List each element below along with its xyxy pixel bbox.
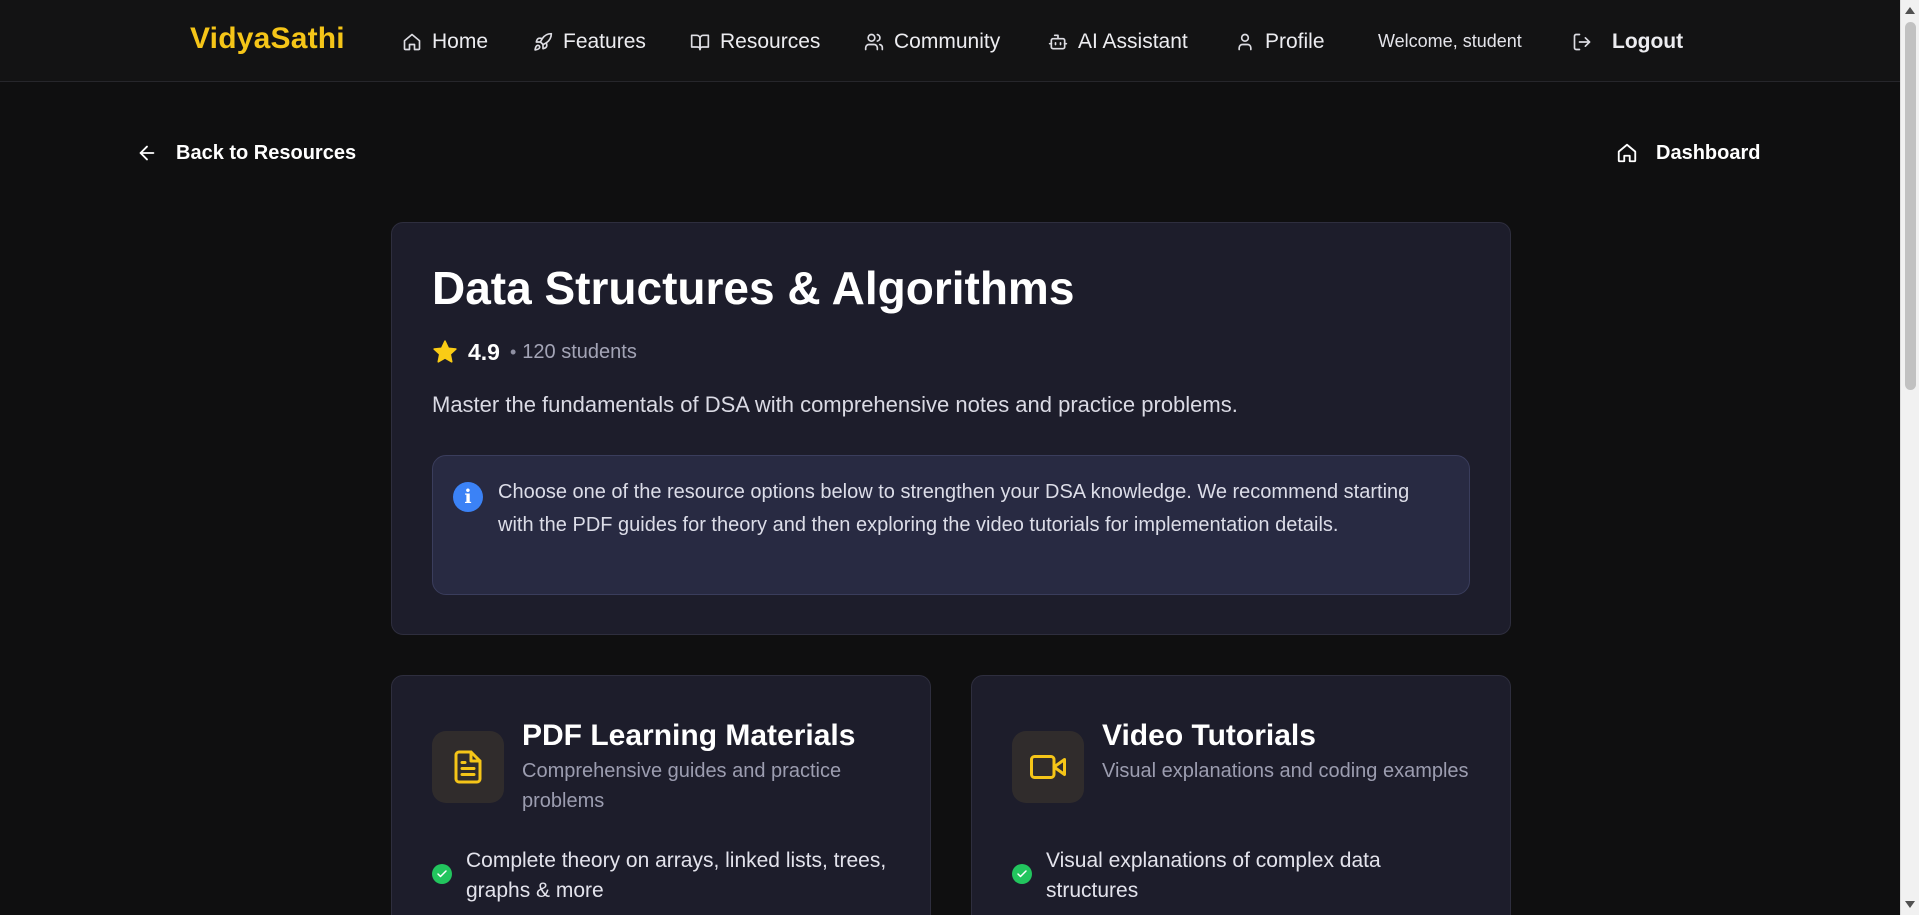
bot-icon xyxy=(1048,34,1068,50)
dashboard-button[interactable]: Dashboard xyxy=(1598,136,1778,170)
feature-item: Complete theory on arrays, linked lists,… xyxy=(432,846,892,906)
users-icon xyxy=(864,33,884,51)
nav-item-features[interactable]: Features xyxy=(533,28,646,56)
user-icon xyxy=(1238,33,1252,51)
nav-item-label: Resources xyxy=(720,30,821,53)
welcome-text: Welcome, student xyxy=(1378,31,1522,51)
scroll-up-arrow-icon[interactable] xyxy=(1905,7,1915,14)
home-icon xyxy=(1617,143,1637,163)
check-icon xyxy=(1012,864,1032,884)
scroll-thumb[interactable] xyxy=(1905,22,1916,390)
back-to-resources-label: Back to Resources xyxy=(176,141,357,164)
top-navbar: VidyaSathi Home Features Resources Commu… xyxy=(0,0,1900,82)
logout-label: Logout xyxy=(1612,30,1684,53)
nav-item-ai-assistant[interactable]: AI Assistant xyxy=(1048,28,1188,56)
resource-subtitle: Visual explanations and coding examples xyxy=(1102,760,1469,782)
check-icon xyxy=(432,864,452,884)
rocket-icon xyxy=(534,32,553,51)
pdf-icon-badge xyxy=(432,731,504,803)
video-icon-badge xyxy=(1012,731,1084,803)
browser-viewport: VidyaSathi Home Features Resources Commu… xyxy=(0,0,1919,915)
nav-item-label: Community xyxy=(894,30,1001,53)
pdf-resource-card[interactable]: PDF Learning Materials Comprehensive gui… xyxy=(391,675,931,915)
feature-text: Visual explanations of complex data stru… xyxy=(1046,849,1381,902)
feature-text: Complete theory on arrays, linked lists,… xyxy=(466,849,887,902)
info-text: Choose one of the resource options below… xyxy=(498,481,1410,536)
resource-title: Video Tutorials xyxy=(1102,719,1316,752)
course-description: Master the fundamentals of DSA with comp… xyxy=(432,392,1238,417)
book-open-icon xyxy=(690,34,710,51)
separator-dot: • xyxy=(509,341,517,362)
nav-item-profile[interactable]: Profile xyxy=(1235,28,1325,56)
video-resource-card[interactable]: Video Tutorials Visual explanations and … xyxy=(971,675,1511,915)
back-to-resources-button[interactable]: Back to Resources xyxy=(118,136,374,170)
info-icon: i xyxy=(453,482,483,512)
info-callout: i Choose one of the resource options bel… xyxy=(432,455,1470,595)
nav-item-home[interactable]: Home xyxy=(402,28,488,56)
video-icon xyxy=(1030,755,1066,779)
vertical-scrollbar[interactable] xyxy=(1900,0,1919,915)
nav-item-label: AI Assistant xyxy=(1078,30,1188,53)
logout-button[interactable]: Logout xyxy=(1572,28,1683,56)
course-overview-card: Data Structures & Algorithms 4.9 • 120 s… xyxy=(391,222,1511,635)
nav-item-community[interactable]: Community xyxy=(864,28,1000,56)
nav-item-resources[interactable]: Resources xyxy=(690,28,820,56)
course-title: Data Structures & Algorithms xyxy=(432,262,1075,314)
page: VidyaSathi Home Features Resources Commu… xyxy=(0,0,1900,915)
dashboard-label: Dashboard xyxy=(1656,141,1761,164)
star-icon xyxy=(433,340,457,363)
logout-icon xyxy=(1573,33,1591,51)
nav-item-label: Features xyxy=(563,30,646,53)
student-count: 120 students xyxy=(522,340,637,363)
scroll-down-arrow-icon[interactable] xyxy=(1905,901,1915,908)
feature-item: Visual explanations of complex data stru… xyxy=(1012,846,1412,906)
brand-logo[interactable]: VidyaSathi xyxy=(190,22,345,56)
resource-subtitle: Comprehensive guides and practice proble… xyxy=(522,760,842,812)
home-icon xyxy=(403,33,421,51)
resource-title: PDF Learning Materials xyxy=(522,719,856,752)
arrow-left-icon xyxy=(139,145,155,161)
nav-item-label: Home xyxy=(432,30,489,53)
rating-value: 4.9 xyxy=(468,338,500,365)
rating-row: 4.9 • 120 students xyxy=(432,337,637,367)
nav-item-label: Profile xyxy=(1265,30,1325,53)
file-text-icon xyxy=(454,750,482,784)
